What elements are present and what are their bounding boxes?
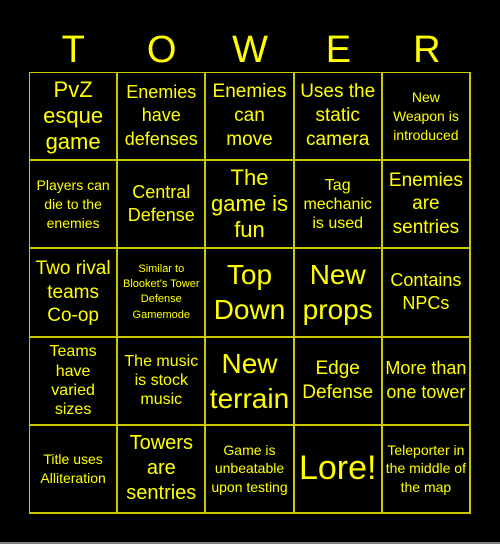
bingo-cell[interactable]: Teleporter in the middle of the map bbox=[382, 425, 471, 514]
bingo-cell[interactable]: Towers are sentries bbox=[118, 425, 207, 514]
bingo-cell[interactable]: New terrain bbox=[206, 337, 295, 426]
bingo-cell[interactable]: The music is stock music bbox=[118, 337, 207, 426]
bingo-grid: PvZ esque game Enemies have defenses Ene… bbox=[29, 72, 471, 514]
bingo-cell[interactable]: Enemies are sentries bbox=[382, 161, 471, 250]
bingo-cell[interactable]: More than one tower bbox=[382, 337, 471, 426]
title-letter-e: E bbox=[325, 29, 352, 71]
title-letter-t: T bbox=[61, 29, 85, 71]
title-letter-o: O bbox=[146, 29, 177, 71]
bingo-cell[interactable]: The game is fun bbox=[206, 161, 295, 250]
bingo-cell[interactable]: Uses the static camera bbox=[294, 73, 383, 162]
bingo-cell[interactable]: Enemies have defenses bbox=[118, 73, 207, 162]
bingo-cell[interactable]: Teams have varied sizes bbox=[30, 337, 119, 426]
bingo-cell[interactable]: Central Defense bbox=[118, 161, 207, 250]
title-letter-w: W bbox=[232, 29, 268, 71]
bingo-cell[interactable]: Game is unbeatable upon testing bbox=[206, 425, 295, 514]
bingo-cell[interactable]: Lore! bbox=[294, 425, 383, 514]
bingo-title: T O W E R bbox=[29, 28, 471, 72]
bingo-cell[interactable]: Similar to Blooket's Tower Defense Gamem… bbox=[118, 249, 207, 338]
bingo-cell[interactable]: Tag mechanic is used bbox=[294, 161, 383, 250]
bingo-cell[interactable]: New props bbox=[294, 249, 383, 338]
bingo-cell[interactable]: Title uses Alliteration bbox=[30, 425, 119, 514]
bingo-cell[interactable]: Top Down bbox=[206, 249, 295, 338]
bingo-cell[interactable]: PvZ esque game bbox=[30, 73, 119, 162]
title-letter-r: R bbox=[413, 29, 441, 71]
bingo-cell[interactable]: New Weapon is introduced bbox=[382, 73, 471, 162]
bingo-cell[interactable]: Enemies can move bbox=[206, 73, 295, 162]
bingo-cell[interactable]: Edge Defense bbox=[294, 337, 383, 426]
bingo-cell[interactable]: Contains NPCs bbox=[382, 249, 471, 338]
bingo-cell[interactable]: Players can die to the enemies bbox=[30, 161, 119, 250]
bingo-cell[interactable]: Two rival teams Co-op bbox=[30, 249, 119, 338]
